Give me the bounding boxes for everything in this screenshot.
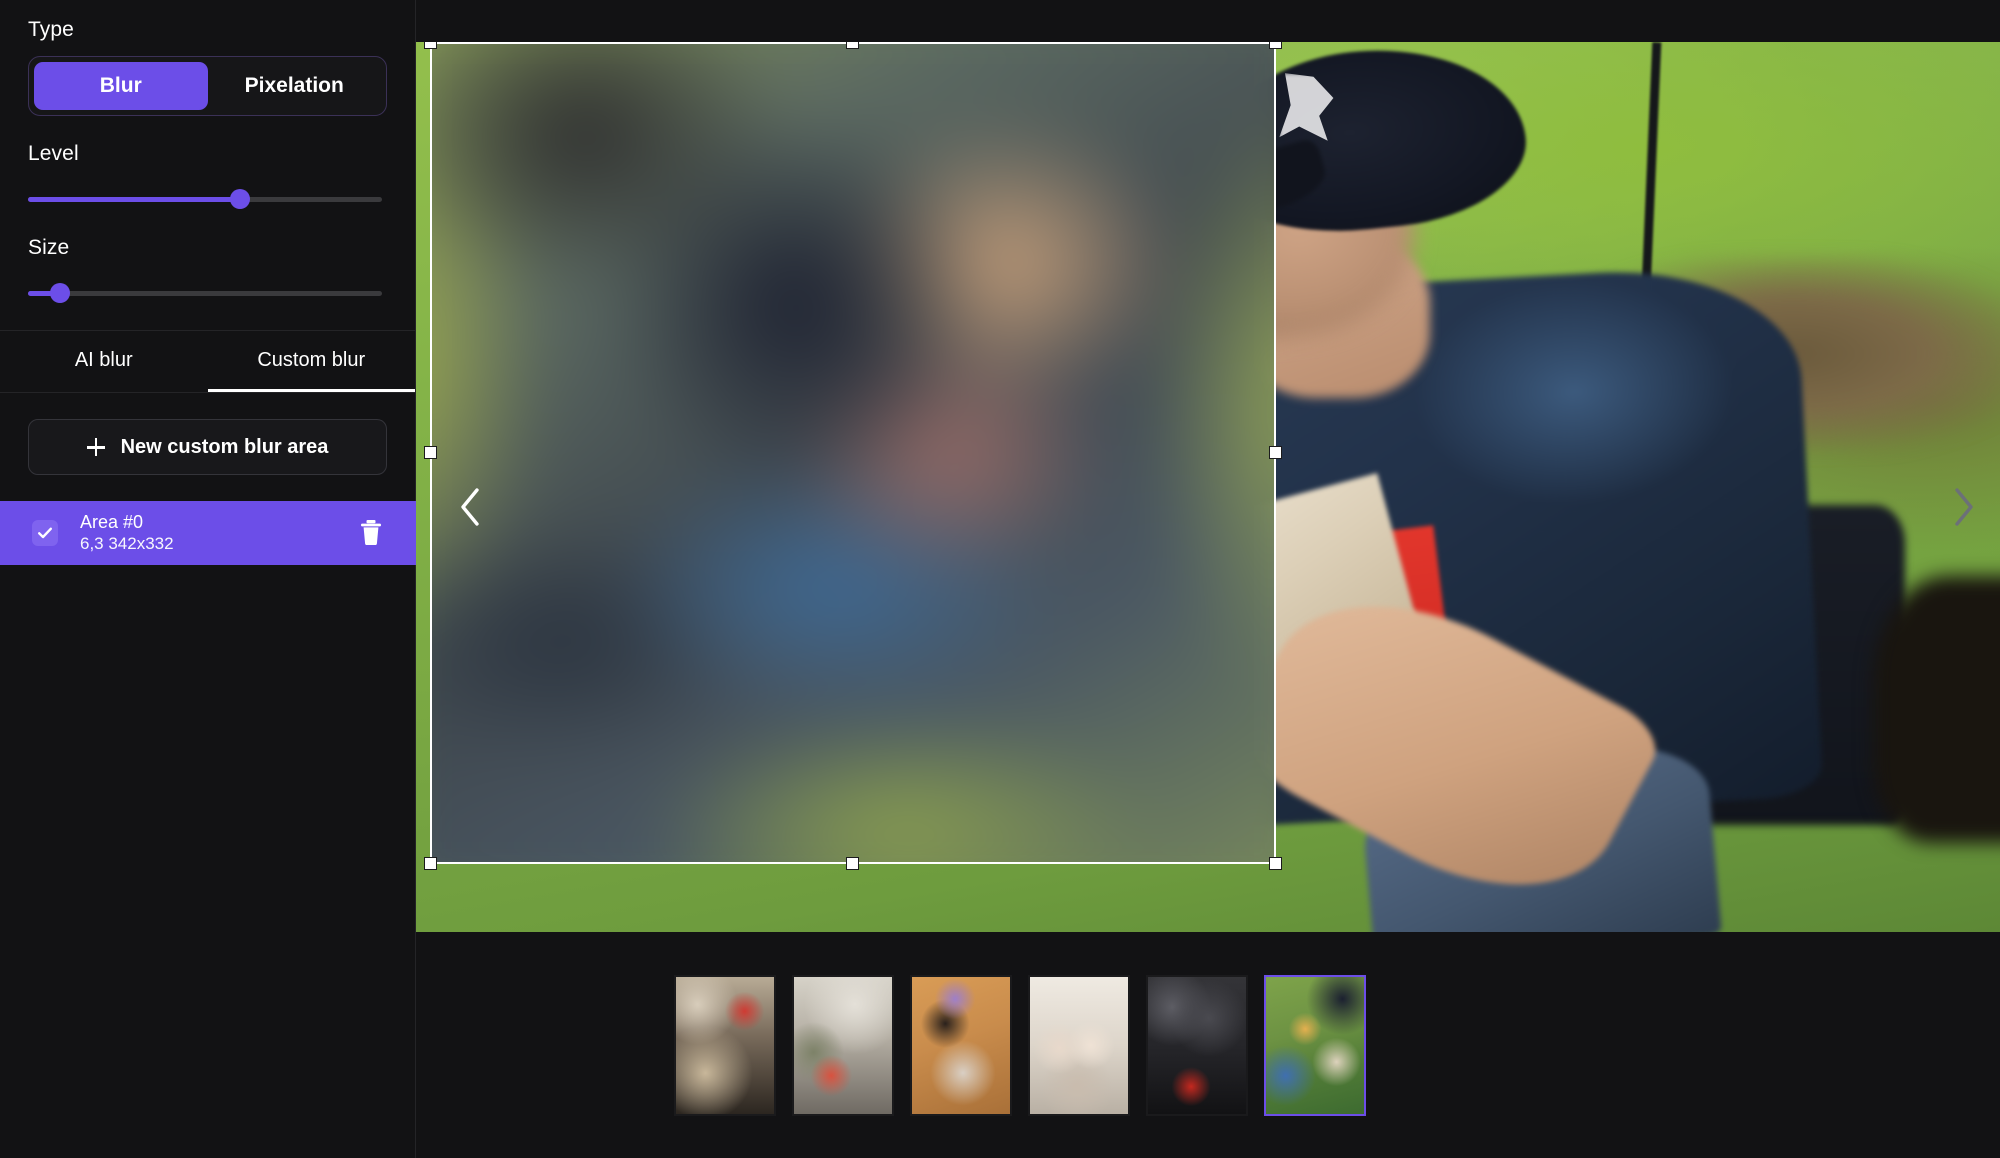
- list-item[interactable]: [910, 974, 1012, 1116]
- type-label: Type: [28, 18, 74, 41]
- thumbnail-image-6: [1266, 976, 1364, 1114]
- level-slider[interactable]: [28, 188, 382, 210]
- custom-blur-area-list: Area #0 6,3 342x332: [0, 501, 416, 565]
- chevron-left-icon: [461, 488, 479, 526]
- area-visibility-checkbox[interactable]: [32, 520, 58, 546]
- delete-area-button[interactable]: [354, 514, 388, 553]
- area-info: Area #0 6,3 342x332: [80, 511, 354, 555]
- source-photo: [416, 42, 2000, 932]
- list-item[interactable]: [1264, 974, 1366, 1116]
- level-slider-thumb[interactable]: [230, 189, 251, 209]
- blur-type-segmented-control[interactable]: Blur Pixelation: [28, 56, 387, 116]
- new-custom-blur-area-label: New custom blur area: [120, 435, 329, 458]
- blur-settings-sidebar: Type Blur Pixelation Level Size AI blur …: [0, 0, 416, 1158]
- level-field: Level: [28, 142, 387, 210]
- size-slider[interactable]: [28, 282, 382, 304]
- blur-settings-panel: Type Blur Pixelation Level Size: [0, 0, 415, 331]
- area-geometry: 6,3 342x332: [80, 534, 174, 553]
- chevron-right-icon: [1955, 488, 1973, 526]
- list-item[interactable]: [1146, 974, 1248, 1116]
- thumbnail-image-5: [1148, 976, 1246, 1114]
- thumbnail-image-3: [912, 976, 1010, 1114]
- thumbnail-image-4: [1030, 976, 1128, 1114]
- new-custom-blur-area-button[interactable]: New custom blur area: [28, 419, 387, 475]
- blur-type-option-pixelation[interactable]: Pixelation: [208, 62, 382, 110]
- trash-icon: [361, 519, 381, 545]
- area-title: Area #0: [80, 512, 144, 532]
- previous-image-button[interactable]: [448, 484, 494, 530]
- custom-blur-tab-panel: New custom blur area Area #0 6,3 342x332: [0, 393, 416, 565]
- size-label: Size: [28, 236, 70, 259]
- size-slider-track: [28, 290, 382, 296]
- custom-blur-region: [430, 42, 1276, 864]
- level-label: Level: [28, 142, 79, 165]
- editor-main: [416, 0, 2000, 1158]
- size-field: Size: [28, 236, 387, 304]
- next-image-button[interactable]: [1940, 484, 1986, 530]
- list-item[interactable]: [674, 974, 776, 1116]
- image-canvas[interactable]: [416, 0, 2000, 932]
- thumbnail-filmstrip: [416, 932, 2000, 1158]
- list-item[interactable]: [1028, 974, 1130, 1116]
- list-item[interactable]: [792, 974, 894, 1116]
- tab-custom-blur[interactable]: Custom blur: [207, 331, 415, 392]
- plus-icon: [86, 438, 105, 456]
- blur-type-option-blur[interactable]: Blur: [34, 62, 208, 110]
- thumbnail-image-1: [676, 976, 774, 1114]
- size-slider-thumb[interactable]: [49, 283, 70, 303]
- list-item[interactable]: Area #0 6,3 342x332: [0, 501, 416, 565]
- check-icon: [38, 527, 52, 539]
- level-slider-fill: [28, 196, 241, 202]
- blur-mode-tabs: AI blur Custom blur: [0, 331, 415, 393]
- thumbnail-image-2: [794, 976, 892, 1114]
- app-root: Type Blur Pixelation Level Size AI blur …: [0, 0, 2000, 1158]
- photo-right-person: [1873, 576, 2000, 843]
- tab-ai-blur[interactable]: AI blur: [0, 331, 208, 392]
- thumbnail-list: [674, 974, 1366, 1116]
- blur-region-pixels: [430, 42, 1276, 864]
